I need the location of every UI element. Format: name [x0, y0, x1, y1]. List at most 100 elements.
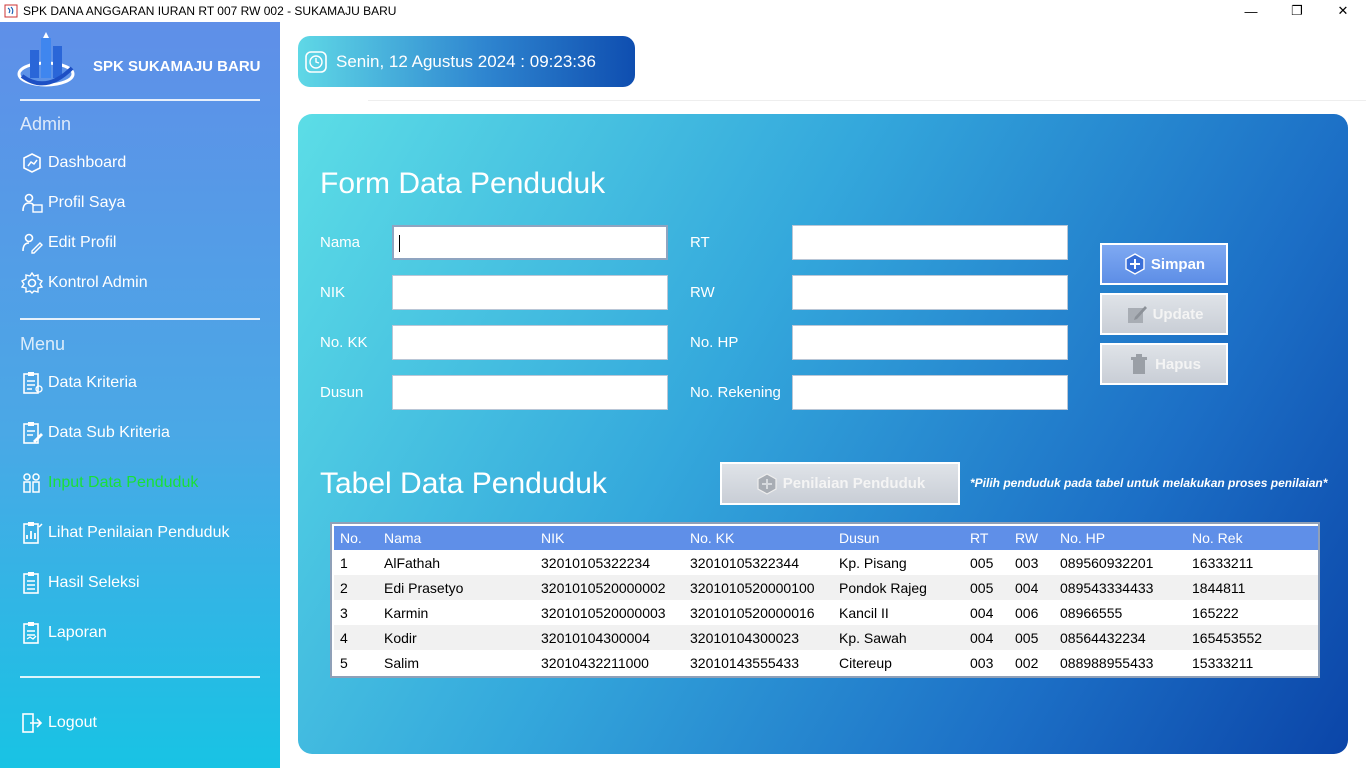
close-button[interactable]: ✕: [1320, 0, 1366, 22]
table-row[interactable]: 5 Salim 32010432211000 32010143555433 Ci…: [334, 650, 1318, 675]
sidebar-item-label: Hasil Seleksi: [48, 574, 140, 591]
dashboard-icon: [20, 151, 44, 175]
user-edit-icon: [20, 231, 44, 255]
sidebar-item-lihat-penilaian-penduduk[interactable]: Lihat Penilaian Penduduk: [20, 521, 229, 545]
no-rekening-field[interactable]: [792, 375, 1068, 410]
table-title: Tabel Data Penduduk: [320, 467, 607, 500]
sidebar: SPK SUKAMAJU BARU Admin Dashboard Profil…: [0, 22, 280, 768]
add-circle-icon: [1125, 253, 1145, 275]
table-cell: 15333211: [1192, 654, 1254, 671]
sidebar-item-hasil-seleksi[interactable]: Hasil Seleksi: [20, 571, 140, 595]
sidebar-item-edit-profil[interactable]: Edit Profil: [20, 231, 116, 255]
no-kk-field[interactable]: [392, 325, 668, 360]
hapus-button[interactable]: Hapus: [1100, 343, 1228, 385]
table-cell: 4: [334, 625, 378, 650]
no-rekening-label: No. Rekening: [690, 384, 781, 401]
table-cell: 08564432234: [1054, 625, 1186, 650]
datetime-text: Senin, 12 Agustus 2024 : 09:23:36: [336, 51, 596, 71]
sidebar-item-laporan[interactable]: Laporan: [20, 621, 107, 645]
table-cell: 005: [964, 575, 1009, 600]
penilaian-penduduk-button[interactable]: Penilaian Penduduk: [720, 462, 960, 505]
table-cell: Kp. Pisang: [839, 554, 907, 571]
table-row[interactable]: 4 Kodir 32010104300004 32010104300023 Kp…: [334, 625, 1318, 650]
table-cell: AlFathah: [384, 554, 441, 571]
clipboard-list-icon: [20, 571, 44, 595]
column-header[interactable]: NIK: [535, 526, 684, 550]
form-title: Form Data Penduduk: [320, 167, 606, 200]
user-card-icon: [20, 191, 44, 215]
table-cell: 004: [1009, 575, 1054, 600]
table-cell: 165222: [1192, 604, 1239, 621]
simpan-label: Simpan: [1150, 255, 1206, 273]
simpan-button[interactable]: Simpan: [1100, 243, 1228, 285]
table-cell: 3201010520000003: [541, 604, 666, 621]
table-cell: 005: [970, 554, 994, 571]
column-header[interactable]: Nama: [378, 526, 535, 550]
column-header[interactable]: RT: [964, 526, 1009, 550]
table-cell: 08966555: [1060, 604, 1123, 621]
minimize-button[interactable]: —: [1228, 0, 1274, 22]
penduduk-table[interactable]: No. Nama NIK No. KK Dusun RT RW No. HP N…: [330, 522, 1320, 678]
main-panel: Form Data Penduduk Nama NIK No. KK Dusun…: [298, 114, 1348, 754]
header-divider: [368, 100, 1366, 101]
logout-label: Logout: [48, 714, 97, 731]
table-cell: 003: [970, 654, 994, 671]
sidebar-item-label: Data Sub Kriteria: [48, 424, 170, 441]
table-cell: 3: [340, 604, 348, 621]
table-row[interactable]: 3 Karmin 3201010520000003 32010105200000…: [334, 600, 1318, 625]
table-cell: Citereup: [839, 654, 892, 671]
logout-button[interactable]: Logout: [20, 711, 97, 735]
penilaian-penduduk-label: Penilaian Penduduk: [782, 475, 926, 492]
table-cell: 16333211: [1192, 554, 1254, 571]
sidebar-item-profil-saya[interactable]: Profil Saya: [20, 191, 125, 215]
table-row[interactable]: 1 AlFathah 32010105322234 32010105322344…: [334, 550, 1318, 575]
clock-icon: [305, 50, 327, 73]
column-header[interactable]: No. HP: [1054, 526, 1186, 550]
nik-field[interactable]: [392, 275, 668, 310]
rt-field[interactable]: [792, 225, 1068, 260]
sidebar-item-kontrol-admin[interactable]: Kontrol Admin: [20, 271, 148, 295]
table-cell: 089543334433: [1054, 575, 1186, 600]
add-circle-icon: [757, 472, 777, 495]
clipboard-chart-icon: [20, 521, 44, 545]
column-header[interactable]: RW: [1009, 526, 1054, 550]
column-header[interactable]: No. Rek: [1186, 526, 1318, 550]
restore-button[interactable]: ❐: [1274, 0, 1320, 22]
table-cell: Pondok Rajeg: [833, 575, 964, 600]
nama-label: Nama: [320, 234, 361, 251]
menu-section-label: Menu: [20, 334, 66, 354]
rw-label: RW: [690, 284, 715, 301]
clipboard-edit-icon: [20, 421, 44, 445]
table-cell: Salim: [384, 654, 420, 671]
dusun-field[interactable]: [392, 375, 668, 410]
table-cell: Kancil II: [839, 604, 889, 621]
selection-note: *Pilih penduduk pada tabel untuk melakuk…: [970, 476, 1328, 490]
brand-logo: [16, 28, 76, 90]
table-cell: 32010105322234: [541, 554, 651, 571]
column-header[interactable]: No.: [334, 526, 378, 550]
sidebar-item-data-kriteria[interactable]: Data Kriteria: [20, 371, 137, 395]
table-cell: 003: [1015, 554, 1039, 571]
rw-field[interactable]: [792, 275, 1068, 310]
column-header[interactable]: Dusun: [833, 526, 964, 550]
sidebar-divider: [20, 676, 260, 678]
people-icon: [20, 471, 44, 495]
admin-section-label: Admin: [20, 114, 72, 134]
nama-field[interactable]: [392, 225, 668, 260]
sidebar-item-label: Laporan: [48, 624, 107, 641]
column-header[interactable]: No. KK: [684, 526, 833, 550]
table-row[interactable]: 2 Edi Prasetyo 3201010520000002 32010105…: [334, 575, 1318, 600]
no-hp-field[interactable]: [792, 325, 1068, 360]
sidebar-item-data-sub-kriteria[interactable]: Data Sub Kriteria: [20, 421, 170, 445]
sidebar-item-input-data-penduduk[interactable]: Input Data Penduduk: [20, 471, 198, 495]
sidebar-item-dashboard[interactable]: Dashboard: [20, 151, 126, 175]
table-cell: 2: [334, 575, 378, 600]
table-cell: 32010104300004: [535, 625, 684, 650]
sidebar-divider: [20, 318, 260, 320]
table-cell: 089560932201: [1060, 554, 1154, 571]
sidebar-divider: [20, 99, 260, 101]
table-cell: 3201010520000100: [684, 575, 833, 600]
update-button[interactable]: Update: [1100, 293, 1228, 335]
no-hp-label: No. HP: [690, 334, 739, 351]
no-kk-label: No. KK: [320, 334, 368, 351]
